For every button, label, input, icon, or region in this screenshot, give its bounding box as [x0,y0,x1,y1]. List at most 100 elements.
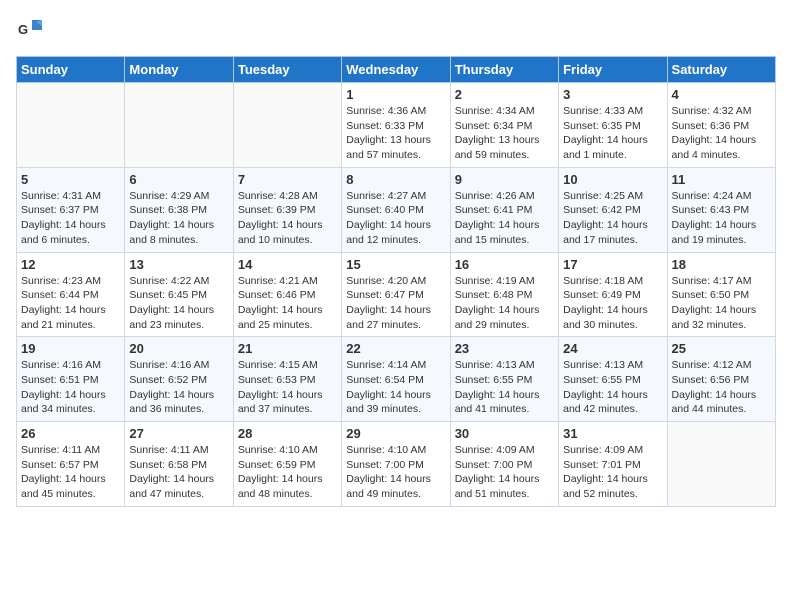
day-info: Sunrise: 4:32 AMSunset: 6:36 PMDaylight:… [672,104,771,163]
calendar-cell: 23Sunrise: 4:13 AMSunset: 6:55 PMDayligh… [450,337,558,422]
day-number: 17 [563,257,662,272]
calendar-cell [667,422,775,507]
calendar-cell: 2 Sunrise: 4:34 AMSunset: 6:34 PMDaylight… [450,83,558,168]
calendar-week-3: 12 Sunrise: 4:23 AMSunset: 6:44 PMDayligh… [17,252,776,337]
day-number: 11 [672,172,771,187]
day-info: Sunrise: 4:12 AMSunset: 6:56 PMDaylight:… [672,358,771,417]
weekday-wednesday: Wednesday [342,57,450,83]
calendar-table: SundayMondayTuesdayWednesdayThursdayFrid… [16,56,776,507]
weekday-saturday: Saturday [667,57,775,83]
calendar-cell: 20 Sunrise: 4:16 AMSunset: 6:52 PMDayligh… [125,337,233,422]
calendar-cell: 18 Sunrise: 4:17 AMSunset: 6:50 PMDayligh… [667,252,775,337]
calendar-week-1: 1Sunrise: 4:36 AMSunset: 6:33 PMDaylight… [17,83,776,168]
calendar-body: 1Sunrise: 4:36 AMSunset: 6:33 PMDaylight… [17,83,776,507]
calendar-cell: 9Sunrise: 4:26 AMSunset: 6:41 PMDaylight… [450,167,558,252]
day-number: 3 [563,87,662,102]
day-number: 24 [563,341,662,356]
day-number: 21 [238,341,337,356]
day-number: 13 [129,257,228,272]
day-info: Sunrise: 4:21 AMSunset: 6:46 PMDaylight:… [238,274,337,333]
day-number: 18 [672,257,771,272]
day-number: 14 [238,257,337,272]
day-number: 5 [21,172,120,187]
day-info: Sunrise: 4:17 AMSunset: 6:50 PMDaylight:… [672,274,771,333]
calendar-cell: 19 Sunrise: 4:16 AMSunset: 6:51 PMDayligh… [17,337,125,422]
day-number: 20 [129,341,228,356]
calendar-cell: 28 Sunrise: 4:10 AMSunset: 6:59 PMDayligh… [233,422,341,507]
day-number: 12 [21,257,120,272]
calendar-cell: 26 Sunrise: 4:11 AMSunset: 6:57 PMDayligh… [17,422,125,507]
logo: G [16,16,48,44]
day-info: Sunrise: 4:28 AMSunset: 6:39 PMDaylight:… [238,189,337,248]
day-info: Sunrise: 4:27 AMSunset: 6:40 PMDaylight:… [346,189,445,248]
day-info: Sunrise: 4:14 AMSunset: 6:54 PMDaylight:… [346,358,445,417]
day-number: 4 [672,87,771,102]
weekday-header-row: SundayMondayTuesdayWednesdayThursdayFrid… [17,57,776,83]
calendar-cell: 12 Sunrise: 4:23 AMSunset: 6:44 PMDayligh… [17,252,125,337]
day-info: Sunrise: 4:26 AMSunset: 6:41 PMDaylight:… [455,189,554,248]
calendar-cell: 11 Sunrise: 4:24 AMSunset: 6:43 PMDayligh… [667,167,775,252]
day-info: Sunrise: 4:19 AMSunset: 6:48 PMDaylight:… [455,274,554,333]
day-info: Sunrise: 4:23 AMSunset: 6:44 PMDaylight:… [21,274,120,333]
day-number: 2 [455,87,554,102]
day-info: Sunrise: 4:18 AMSunset: 6:49 PMDaylight:… [563,274,662,333]
day-info: Sunrise: 4:34 AMSunset: 6:34 PMDaylight:… [455,104,554,163]
day-info: Sunrise: 4:24 AMSunset: 6:43 PMDaylight:… [672,189,771,248]
svg-text:G: G [18,22,28,37]
calendar-cell: 6Sunrise: 4:29 AMSunset: 6:38 PMDaylight… [125,167,233,252]
calendar-cell [17,83,125,168]
calendar-cell: 17 Sunrise: 4:18 AMSunset: 6:49 PMDayligh… [559,252,667,337]
weekday-tuesday: Tuesday [233,57,341,83]
calendar-cell: 16 Sunrise: 4:19 AMSunset: 6:48 PMDayligh… [450,252,558,337]
calendar-cell: 4 Sunrise: 4:32 AMSunset: 6:36 PMDaylight… [667,83,775,168]
logo-icon: G [16,16,44,44]
day-number: 10 [563,172,662,187]
day-number: 19 [21,341,120,356]
calendar-cell [125,83,233,168]
day-number: 31 [563,426,662,441]
day-number: 6 [129,172,228,187]
calendar-week-4: 19 Sunrise: 4:16 AMSunset: 6:51 PMDayligh… [17,337,776,422]
day-info: Sunrise: 4:15 AMSunset: 6:53 PMDaylight:… [238,358,337,417]
day-number: 22 [346,341,445,356]
day-number: 16 [455,257,554,272]
day-info: Sunrise: 4:36 AMSunset: 6:33 PMDaylight:… [346,104,445,163]
day-number: 29 [346,426,445,441]
day-info: Sunrise: 4:13 AMSunset: 6:55 PMDaylight:… [455,358,554,417]
page-header: G [16,16,776,44]
day-info: Sunrise: 4:10 AMSunset: 6:59 PMDaylight:… [238,443,337,502]
calendar-cell: 25 Sunrise: 4:12 AMSunset: 6:56 PMDayligh… [667,337,775,422]
calendar-cell: 14 Sunrise: 4:21 AMSunset: 6:46 PMDayligh… [233,252,341,337]
calendar-cell: 21 Sunrise: 4:15 AMSunset: 6:53 PMDayligh… [233,337,341,422]
day-number: 15 [346,257,445,272]
calendar-cell: 3 Sunrise: 4:33 AMSunset: 6:35 PMDaylight… [559,83,667,168]
day-number: 30 [455,426,554,441]
calendar-cell: 29Sunrise: 4:10 AMSunset: 7:00 PMDayligh… [342,422,450,507]
weekday-friday: Friday [559,57,667,83]
weekday-thursday: Thursday [450,57,558,83]
day-info: Sunrise: 4:16 AMSunset: 6:52 PMDaylight:… [129,358,228,417]
calendar-cell: 8 Sunrise: 4:27 AMSunset: 6:40 PMDaylight… [342,167,450,252]
day-info: Sunrise: 4:25 AMSunset: 6:42 PMDaylight:… [563,189,662,248]
day-info: Sunrise: 4:16 AMSunset: 6:51 PMDaylight:… [21,358,120,417]
calendar-cell: 5 Sunrise: 4:31 AMSunset: 6:37 PMDaylight… [17,167,125,252]
day-info: Sunrise: 4:11 AMSunset: 6:57 PMDaylight:… [21,443,120,502]
calendar-cell [233,83,341,168]
day-info: Sunrise: 4:20 AMSunset: 6:47 PMDaylight:… [346,274,445,333]
day-number: 8 [346,172,445,187]
day-info: Sunrise: 4:31 AMSunset: 6:37 PMDaylight:… [21,189,120,248]
calendar-cell: 10 Sunrise: 4:25 AMSunset: 6:42 PMDayligh… [559,167,667,252]
calendar-cell: 7 Sunrise: 4:28 AMSunset: 6:39 PMDaylight… [233,167,341,252]
day-info: Sunrise: 4:09 AMSunset: 7:00 PMDaylight:… [455,443,554,502]
day-number: 26 [21,426,120,441]
calendar-cell: 22 Sunrise: 4:14 AMSunset: 6:54 PMDayligh… [342,337,450,422]
day-number: 7 [238,172,337,187]
calendar-cell: 1Sunrise: 4:36 AMSunset: 6:33 PMDaylight… [342,83,450,168]
calendar-cell: 13Sunrise: 4:22 AMSunset: 6:45 PMDayligh… [125,252,233,337]
day-number: 28 [238,426,337,441]
calendar-cell: 30 Sunrise: 4:09 AMSunset: 7:00 PMDayligh… [450,422,558,507]
day-info: Sunrise: 4:33 AMSunset: 6:35 PMDaylight:… [563,104,662,163]
weekday-sunday: Sunday [17,57,125,83]
calendar-week-5: 26 Sunrise: 4:11 AMSunset: 6:57 PMDayligh… [17,422,776,507]
day-number: 25 [672,341,771,356]
